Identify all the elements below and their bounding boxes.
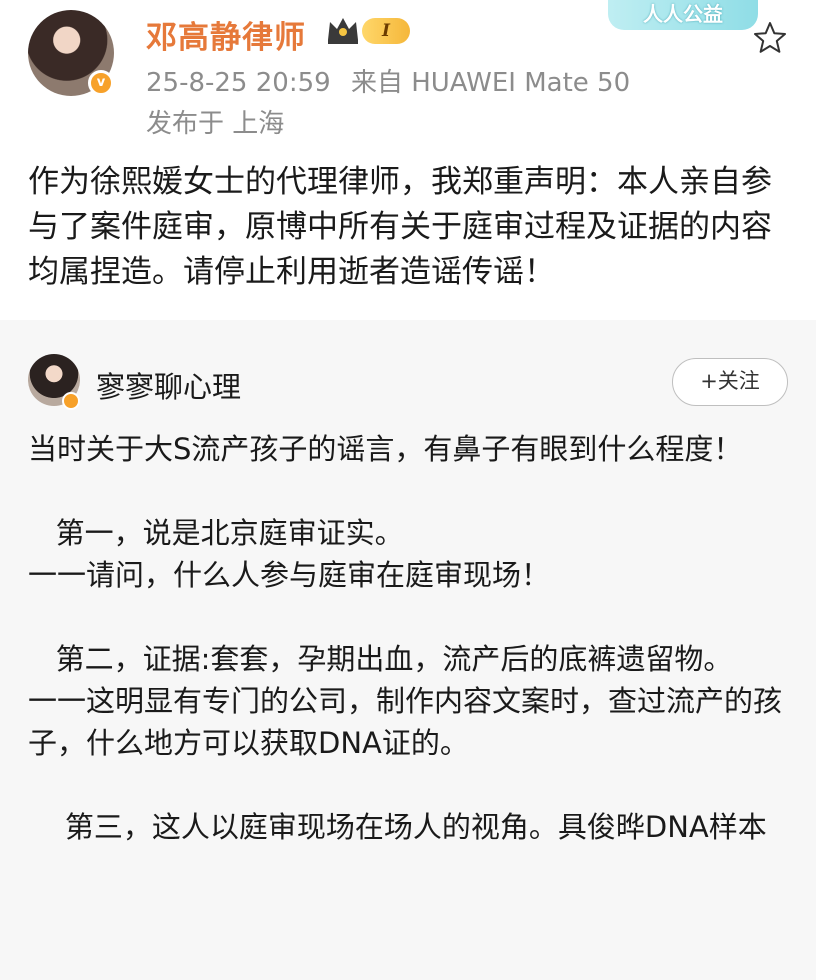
post-header: v 邓高静律师 I 25-8-25 20:59 来自 HUAWEI Mate 5…	[0, 0, 816, 150]
follow-button[interactable]: +关注	[672, 358, 788, 406]
post-location: 发布于 上海	[146, 109, 285, 139]
repost-paragraph: 第三，这人以庭审现场在场人的视角。具俊晔DNA样本	[28, 810, 767, 844]
verified-badge-icon	[62, 392, 80, 410]
post-source: 来自 HUAWEI Mate 50	[350, 68, 631, 98]
charity-banner[interactable]: 人人公益	[608, 0, 758, 30]
post-timestamp: 25-8-25 20:59	[146, 68, 331, 98]
repost-author-name[interactable]: 寥寥聊心理	[96, 364, 241, 406]
repost-paragraph: 一一这明显有专门的公司，制作内容文案时，查过流产的孩子，什么地方可以获取DNA证…	[28, 684, 783, 760]
repost-paragraph: 一一请问，什么人参与庭审在庭审现场！	[28, 558, 551, 592]
crown-icon	[328, 18, 358, 44]
post-text: 作为徐熙媛女士的代理律师，我郑重声明：本人亲自参与了案件庭审，原博中所有关于庭审…	[28, 164, 772, 290]
repost-paragraph: 当时关于大S流产孩子的谣言，有鼻子有眼到什么程度！	[28, 432, 743, 466]
repost-paragraph: 第一，说是北京庭审证实。	[28, 516, 404, 550]
level-badge: I	[362, 18, 410, 44]
post-meta: 25-8-25 20:59 来自 HUAWEI Mate 50	[146, 62, 630, 99]
reposted-card[interactable]: 寥寥聊心理 +关注 当时关于大S流产孩子的谣言，有鼻子有眼到什么程度！ 第一，说…	[0, 320, 816, 980]
verified-badge-icon: v	[88, 70, 114, 96]
star-icon[interactable]	[752, 20, 788, 56]
author-name[interactable]: 邓高静律师	[146, 12, 306, 57]
repost-text: 当时关于大S流产孩子的谣言，有鼻子有眼到什么程度！ 第一，说是北京庭审证实。 一…	[28, 428, 788, 848]
repost-paragraph: 第二，证据:套套，孕期出血，流产后的底裤遗留物。	[28, 642, 733, 676]
